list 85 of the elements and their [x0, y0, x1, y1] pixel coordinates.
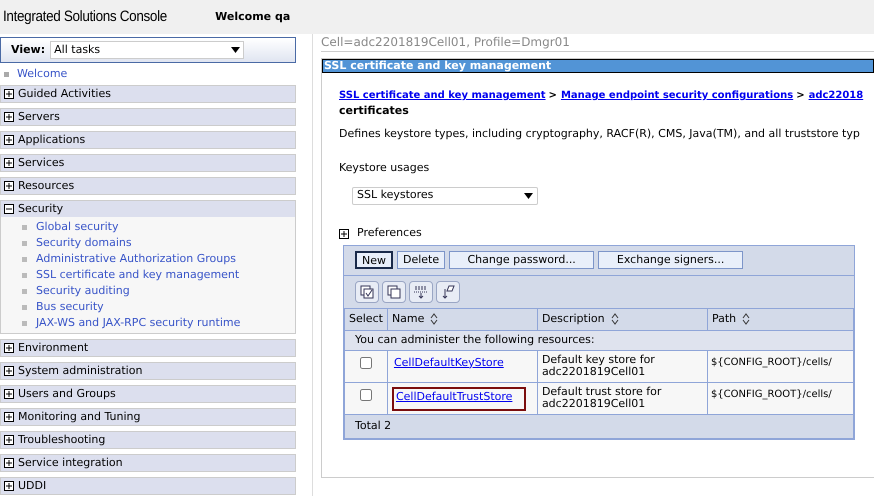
column-header[interactable]: Path	[707, 308, 854, 330]
caret-icon	[524, 192, 533, 198]
bullet-icon	[22, 304, 27, 310]
column-header[interactable]: Name	[387, 308, 538, 330]
collapse-icon[interactable]	[4, 204, 14, 214]
bullet-icon	[22, 256, 27, 262]
welcome-link[interactable]: Welcome	[17, 66, 68, 82]
nav-link[interactable]: Security domains	[36, 234, 132, 252]
column-header: Select	[344, 308, 388, 330]
section-header[interactable]: Services	[1, 155, 295, 171]
breadcrumb-link[interactable]: adc22018	[808, 88, 864, 103]
bullet-icon	[22, 240, 27, 246]
nav-link[interactable]: Global security	[36, 218, 119, 236]
page-title: certificates	[339, 103, 410, 119]
section-header[interactable]: System administration	[1, 363, 295, 379]
expand-icon[interactable]	[4, 89, 14, 99]
expand-icon[interactable]	[4, 135, 14, 145]
table-cell: Default key store for adc2201819Cell01	[537, 350, 708, 382]
usage-dropdown[interactable]: SSL keystores	[352, 186, 538, 204]
caret-icon	[231, 47, 240, 53]
nav-link[interactable]: SSL certificate and key management	[36, 266, 240, 284]
section-header[interactable]: Resources	[1, 178, 295, 194]
breadcrumb-link[interactable]: Manage endpoint security configurations	[560, 88, 794, 103]
section-header[interactable]: Troubleshooting	[1, 432, 295, 448]
view-label: View:	[11, 42, 46, 58]
section-header[interactable]: Security	[1, 201, 295, 217]
select-all-icon[interactable]	[355, 280, 379, 302]
expand-icon[interactable]	[4, 343, 14, 353]
store-link[interactable]: CellDefaultTrustStore	[392, 386, 526, 411]
column-header[interactable]: Description	[537, 308, 708, 330]
toolbar-button[interactable]: New	[355, 251, 393, 269]
row-checkbox[interactable]	[360, 357, 372, 370]
bullet-icon	[22, 272, 27, 278]
expand-icon[interactable]	[4, 458, 14, 468]
table-cell: ${CONFIG_ROOT}/cells/	[707, 350, 854, 382]
breadcrumb-separator: >	[548, 89, 557, 103]
usage-label: Keystore usages	[339, 160, 430, 176]
group-row: You can administer the following resources:	[344, 330, 854, 350]
section-header[interactable]: UDDI	[1, 478, 295, 494]
expand-icon[interactable]	[4, 412, 14, 422]
sort-icon[interactable]	[742, 313, 750, 325]
section-header[interactable]: Servers	[1, 109, 295, 125]
welcome-text: Welcome qa	[215, 8, 290, 25]
nav-link[interactable]: Administrative Authorization Groups	[36, 250, 236, 268]
bullet-icon	[22, 224, 27, 230]
table-cell: ${CONFIG_ROOT}/cells/	[707, 382, 854, 414]
total-row: Total 2	[344, 414, 854, 438]
nav-link[interactable]: JAX-WS and JAX-RPC security runtime	[36, 314, 240, 332]
expand-icon[interactable]	[339, 228, 349, 238]
app-title: Integrated Solutions Console	[3, 6, 167, 27]
bullet-icon	[22, 320, 27, 326]
description-text: Defines keystore types, including cryptography, RACF(R), CMS, Java(TM), and all truststore typ	[339, 126, 861, 142]
expand-icon[interactable]	[4, 389, 14, 399]
section-header[interactable]: Service integration	[1, 455, 295, 471]
expand-icon[interactable]	[4, 181, 14, 191]
scope-text: Cell=adc2201819Cell01, Profile=Dmgr01	[321, 34, 874, 52]
filter-icon[interactable]	[409, 280, 433, 302]
expand-icon[interactable]	[4, 158, 14, 168]
section-header[interactable]: Applications	[1, 132, 295, 148]
sort-icon[interactable]	[610, 313, 619, 325]
toolbar-button[interactable]: Exchange signers...	[598, 251, 744, 269]
clear-filter-icon[interactable]	[436, 280, 460, 302]
panel-title: SSL certificate and key management	[322, 59, 874, 73]
expand-icon[interactable]	[4, 112, 14, 122]
bullet-icon	[4, 72, 9, 76]
deselect-all-icon[interactable]	[382, 280, 406, 302]
nav-link[interactable]: Security auditing	[36, 282, 130, 300]
breadcrumb-link[interactable]: SSL certificate and key management	[339, 88, 546, 103]
section-header[interactable]: Users and Groups	[1, 386, 295, 402]
row-checkbox[interactable]	[360, 389, 372, 402]
section-header[interactable]: Guided Activities	[1, 86, 295, 102]
view-dropdown[interactable]: All tasks	[50, 41, 244, 59]
nav-link[interactable]: Bus security	[36, 298, 104, 316]
preferences-label: Preferences	[357, 225, 422, 242]
section-header[interactable]: Monitoring and Tuning	[1, 409, 295, 425]
expand-icon[interactable]	[4, 366, 14, 376]
breadcrumb-separator: >	[796, 89, 805, 103]
expand-icon[interactable]	[4, 481, 14, 491]
toolbar-button[interactable]: Delete	[397, 251, 446, 269]
bullet-icon	[22, 288, 27, 294]
expand-icon[interactable]	[4, 435, 14, 445]
toolbar-button[interactable]: Change password...	[449, 251, 594, 269]
section-header[interactable]: Environment	[1, 340, 295, 356]
table-cell: Default trust store for adc2201819Cell01	[537, 382, 708, 414]
sort-icon[interactable]	[430, 313, 438, 325]
